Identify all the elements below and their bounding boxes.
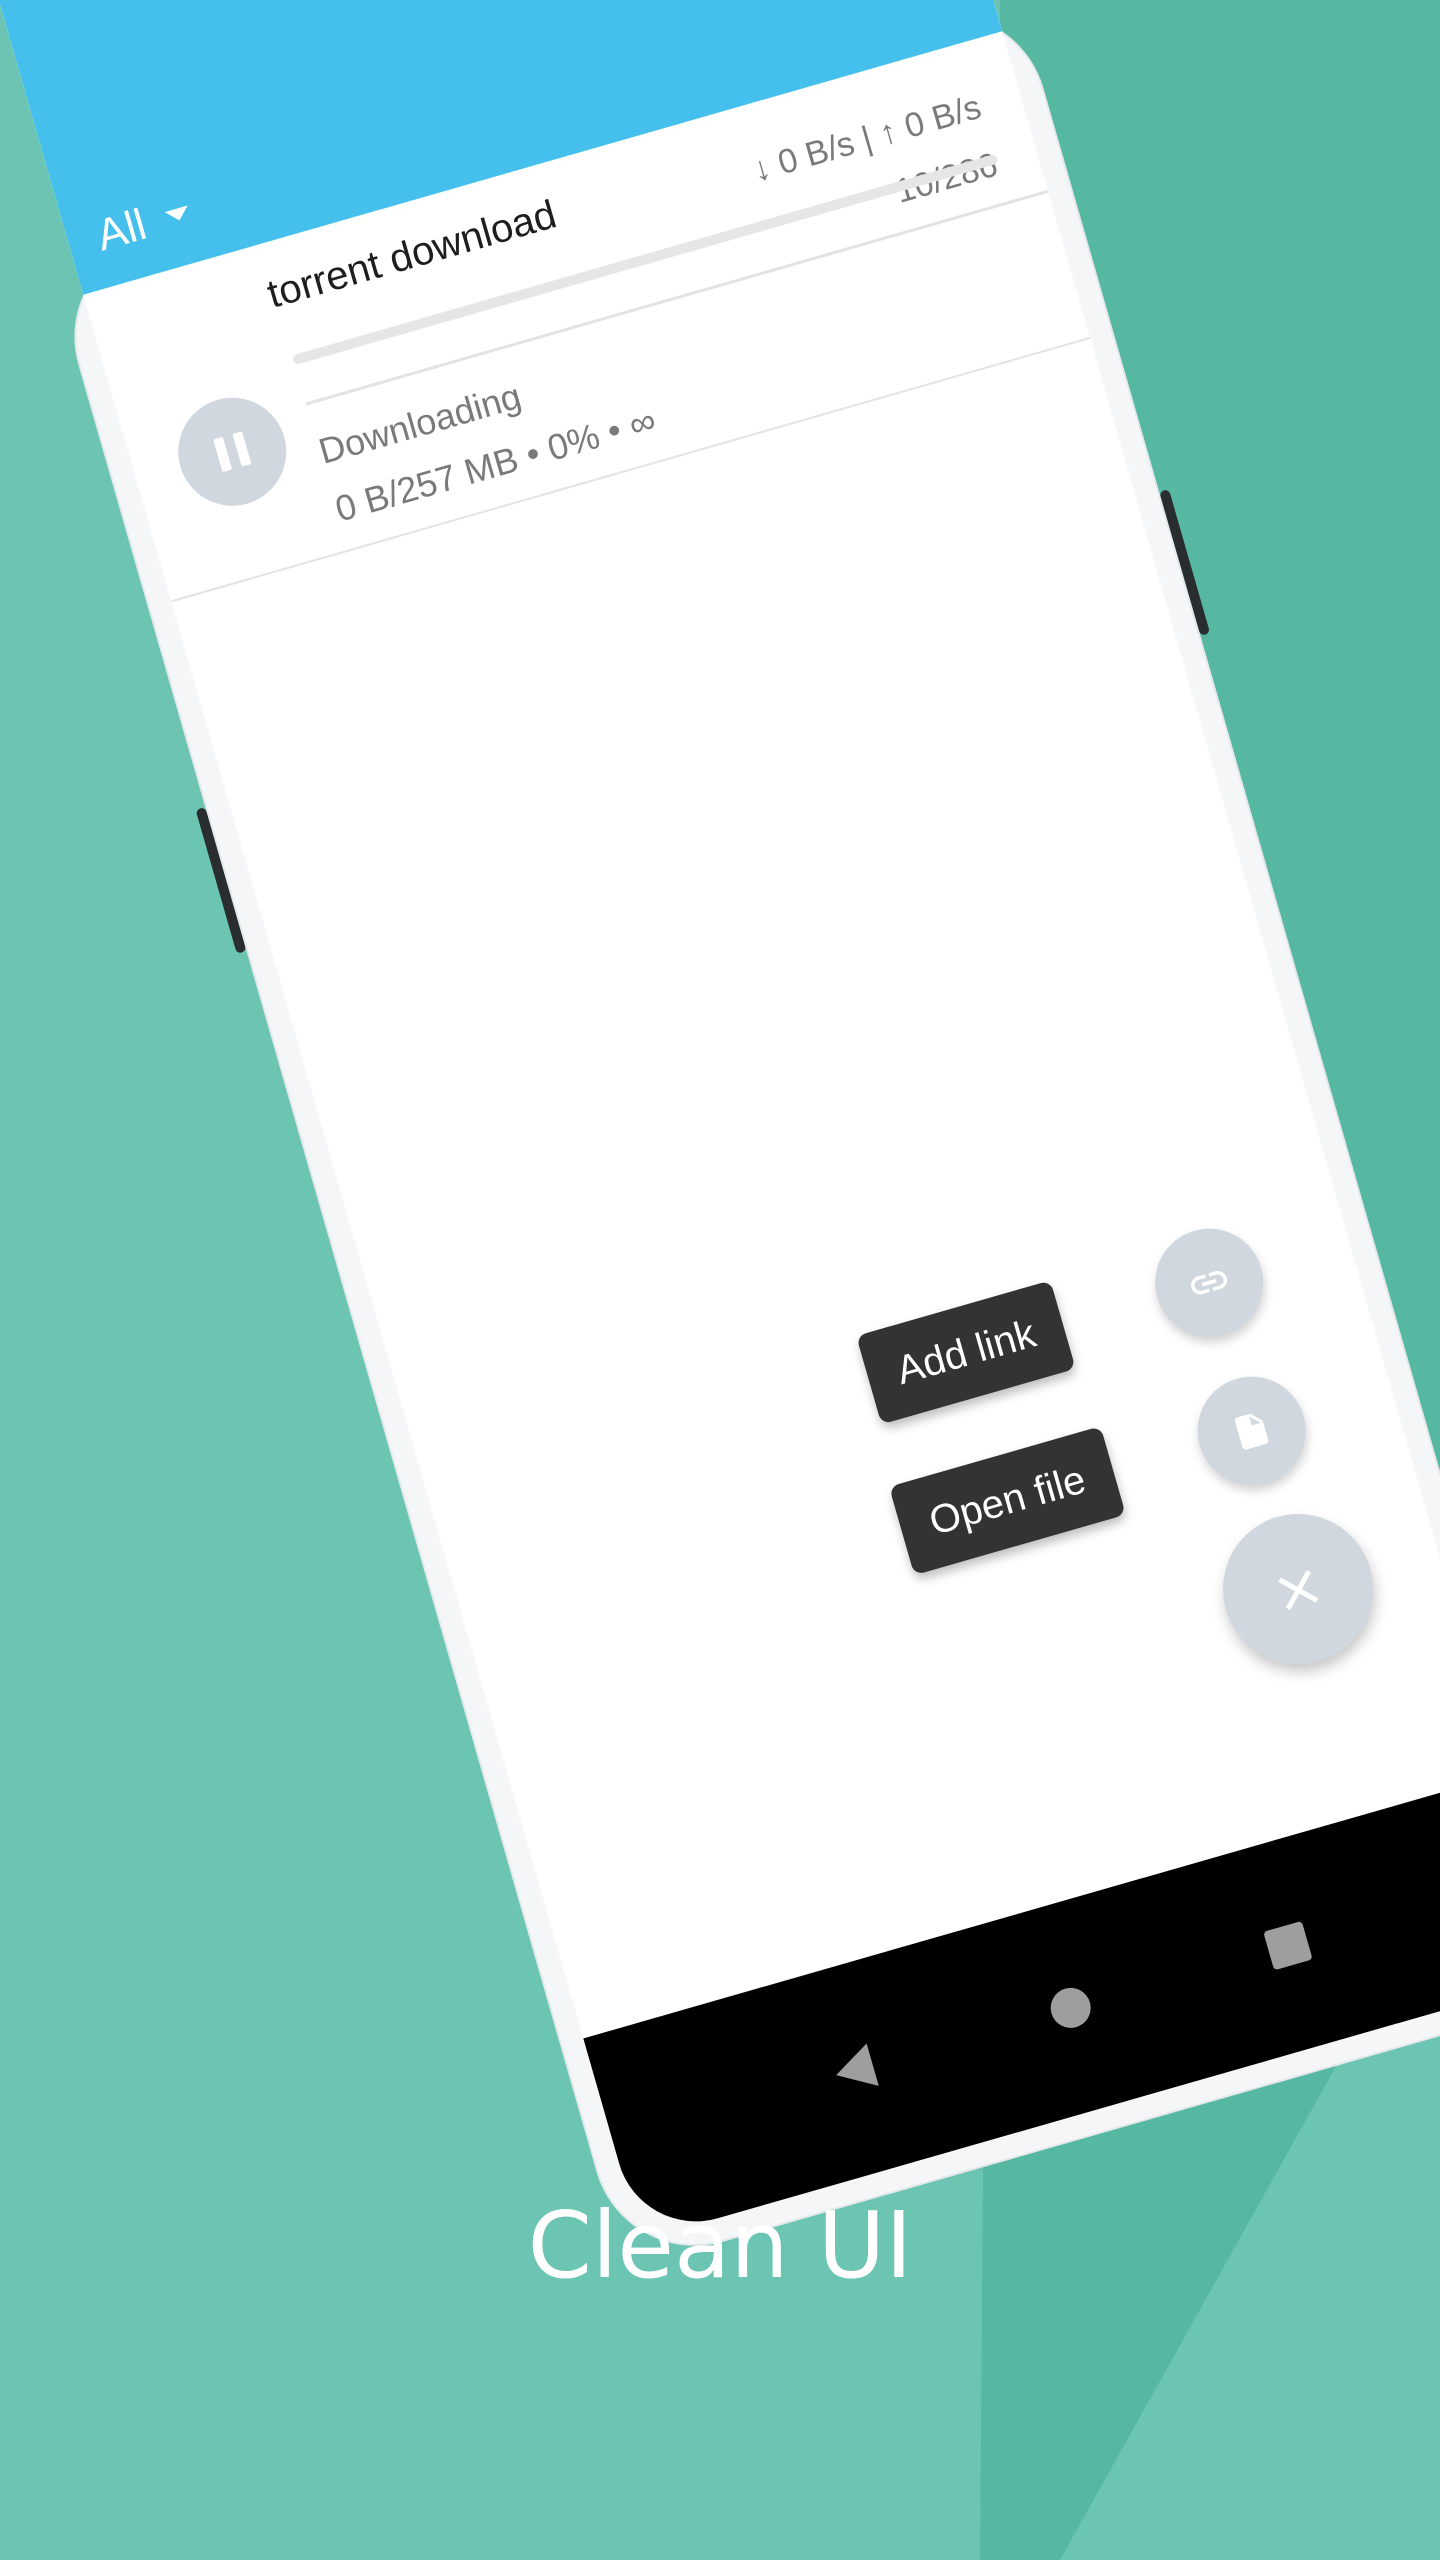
recent-apps-icon[interactable] xyxy=(1263,1920,1313,1971)
file-icon xyxy=(1234,1413,1269,1450)
add-link-text: Add link xyxy=(891,1311,1041,1393)
open-file-text: Open file xyxy=(924,1456,1091,1544)
pause-icon-bar-left xyxy=(213,436,233,473)
filter-dropdown[interactable]: All xyxy=(91,187,196,261)
caret-down-icon xyxy=(164,205,191,224)
back-icon[interactable] xyxy=(830,2043,879,2097)
main-fab-button[interactable]: × xyxy=(1205,1496,1391,1682)
home-icon[interactable] xyxy=(1045,1983,1096,2033)
item-divider xyxy=(305,189,1049,406)
torrent-progress-fill xyxy=(292,355,295,366)
caption-title: Clean UI xyxy=(527,2192,913,2299)
open-file-button[interactable] xyxy=(1184,1363,1319,1498)
add-link-label[interactable]: Add link xyxy=(856,1280,1077,1425)
filter-label: All xyxy=(91,199,152,261)
pause-button[interactable] xyxy=(165,384,300,519)
link-icon xyxy=(1191,1270,1228,1295)
open-file-label[interactable]: Open file xyxy=(889,1426,1126,1576)
pause-icon-bar-right xyxy=(232,431,252,467)
fab-menu: Add link Open file × xyxy=(778,1162,1440,1855)
row-divider xyxy=(170,336,1091,603)
add-link-button[interactable] xyxy=(1142,1215,1276,1350)
close-icon: × xyxy=(1264,1548,1332,1630)
